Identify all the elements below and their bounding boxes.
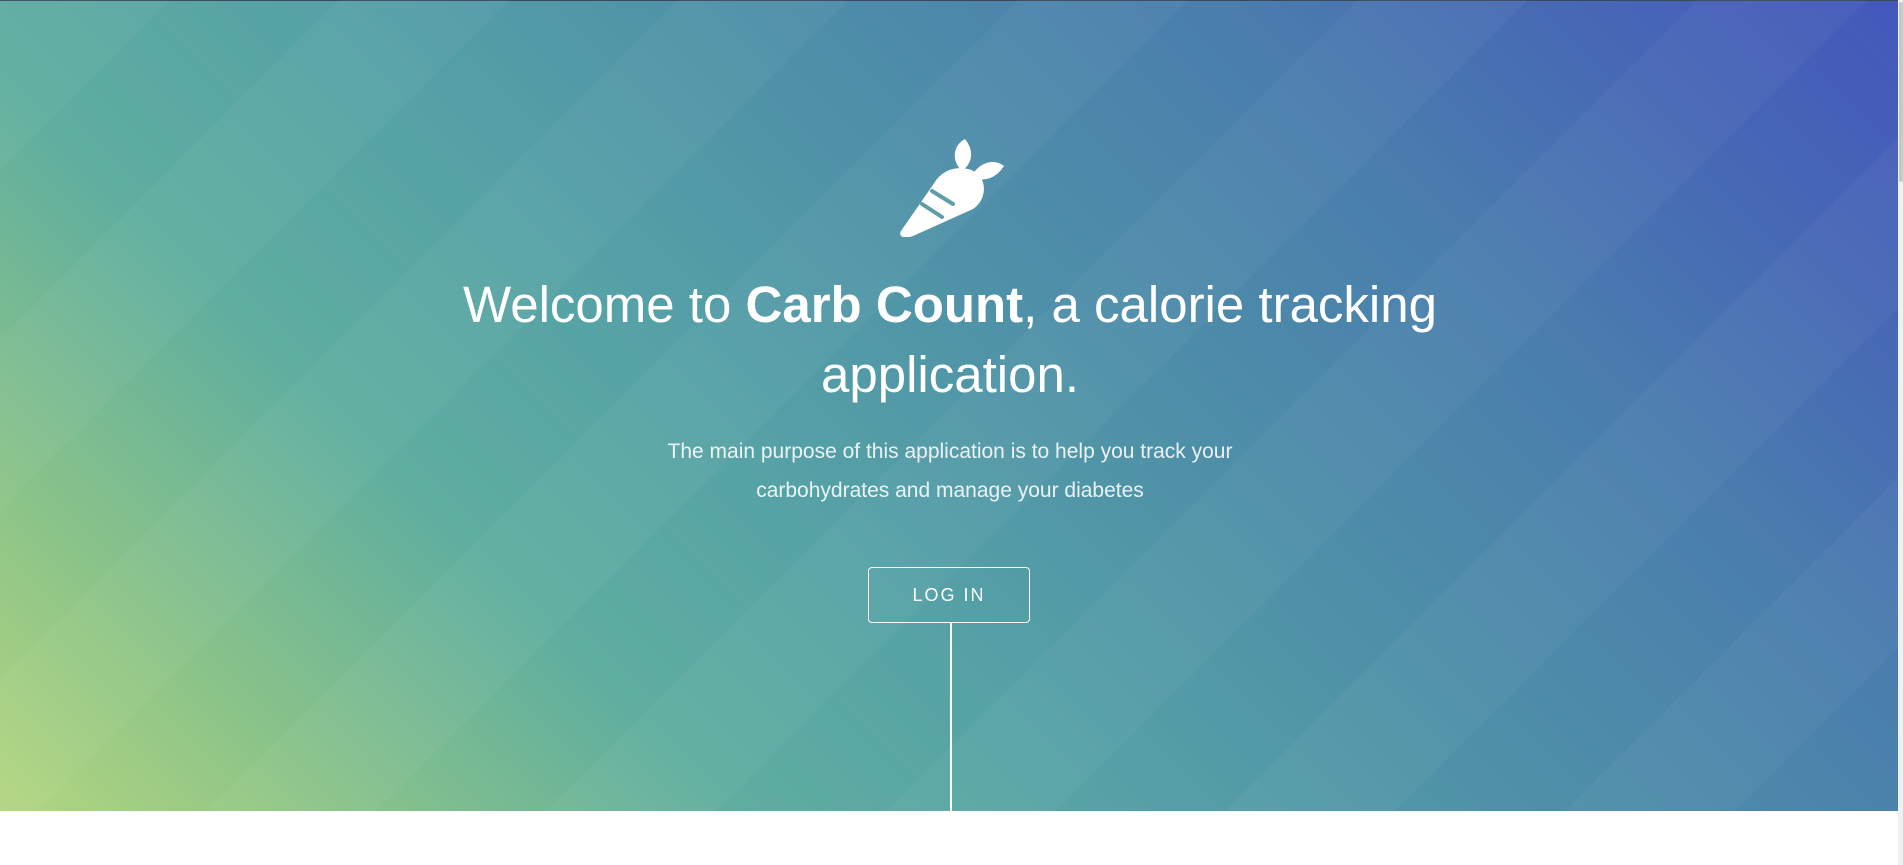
hero-section: Welcome to Carb Count, a calorie trackin… <box>0 0 1903 811</box>
welcome-headline: Welcome to Carb Count, a calorie trackin… <box>400 270 1500 410</box>
scrollbar-thumb[interactable] <box>1899 2 1903 182</box>
landing-page: Welcome to Carb Count, a calorie trackin… <box>0 0 1903 865</box>
app-description: The main purpose of this application is … <box>667 440 1233 502</box>
headline-prefix: Welcome to <box>463 276 746 333</box>
login-button[interactable]: LOG IN <box>868 567 1030 623</box>
brand-name: Carb Count <box>745 276 1024 333</box>
carrot-icon <box>895 137 1005 237</box>
login-connector-line <box>950 623 952 811</box>
